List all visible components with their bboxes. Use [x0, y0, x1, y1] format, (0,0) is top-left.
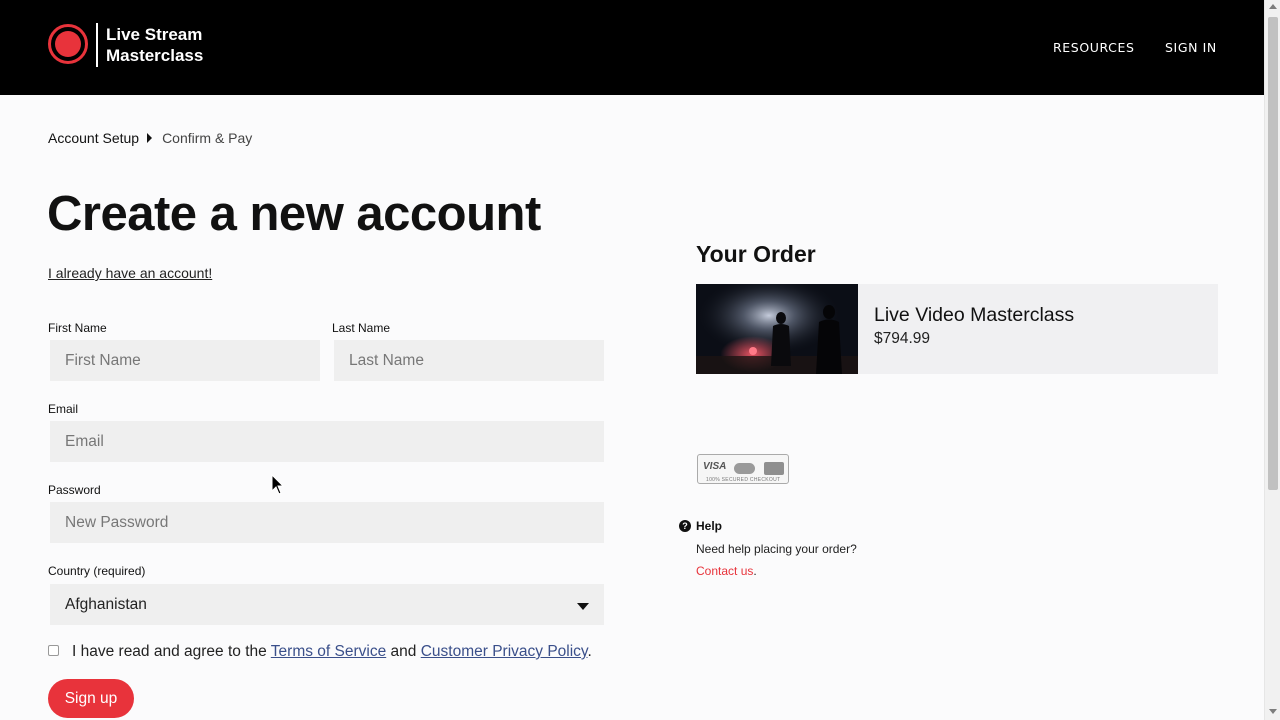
country-select[interactable]: Afghanistan — [50, 584, 604, 625]
chevron-down-icon — [577, 603, 589, 610]
page-scrollbar[interactable] — [1264, 0, 1280, 720]
breadcrumb-confirm-pay: Confirm & Pay — [162, 130, 253, 146]
amex-icon — [764, 462, 784, 475]
top-navbar: Live Stream Masterclass RESOURCES SIGN I… — [0, 0, 1264, 95]
course-thumbnail-graphic — [696, 284, 858, 374]
email-label: Email — [48, 402, 79, 416]
first-name-label: First Name — [48, 321, 107, 335]
order-item-price: $794.99 — [874, 330, 931, 347]
nav-sign-in-link[interactable]: SIGN IN — [1165, 40, 1217, 55]
logo-line-1: Live Stream — [106, 25, 203, 44]
country-select-value: Afghanistan — [65, 596, 147, 613]
breadcrumb: Account Setup Confirm & Pay — [48, 130, 252, 146]
contact-suffix: . — [753, 564, 757, 578]
contact-us-link[interactable]: Contact us — [696, 564, 753, 578]
agree-terms-checkbox[interactable] — [48, 645, 59, 656]
agree-prefix: I have read and agree to the — [72, 643, 267, 660]
agree-and: and — [390, 643, 417, 660]
password-label: Password — [48, 483, 101, 497]
order-item-name: Live Video Masterclass — [874, 304, 1075, 326]
record-logo-icon[interactable] — [48, 24, 88, 64]
last-name-input[interactable]: Last Name — [334, 340, 604, 381]
logo-divider — [96, 23, 98, 67]
logo-line-2: Masterclass — [106, 46, 204, 65]
help-contact-line: Contact us. — [696, 564, 757, 578]
country-label: Country (required) — [48, 564, 146, 578]
mastercard-icon — [734, 463, 755, 474]
last-name-label: Last Name — [332, 321, 391, 335]
order-item-card: Live Video Masterclass $794.99 — [696, 284, 1218, 374]
terms-of-service-link[interactable]: Terms of Service — [271, 643, 386, 660]
scroll-up-icon[interactable] — [1269, 4, 1277, 9]
existing-account-link[interactable]: I already have an account! — [48, 265, 212, 281]
agree-suffix: . — [587, 643, 592, 660]
password-input[interactable]: New Password — [50, 502, 604, 543]
scroll-down-icon[interactable] — [1269, 709, 1277, 714]
help-description: Need help placing your order? — [696, 542, 857, 556]
agree-terms-text: I have read and agree to the Terms of Se… — [72, 643, 592, 661]
help-title: Help — [696, 519, 723, 533]
breadcrumb-arrow-icon — [147, 133, 153, 143]
page-title: Create a new account — [47, 187, 541, 241]
help-icon: ? — [679, 520, 691, 532]
mouse-pointer-icon — [271, 474, 285, 495]
scrollbar-thumb[interactable] — [1268, 17, 1278, 490]
secure-checkout-text: 100% SECURED CHECKOUT — [706, 477, 781, 483]
logo-text[interactable]: Live Stream Masterclass — [106, 24, 203, 66]
course-thumbnail-image — [696, 284, 858, 374]
email-input[interactable]: Email — [50, 421, 604, 462]
secure-checkout-badge: VISA 100% SECURED CHECKOUT — [697, 454, 789, 484]
visa-logo: VISA — [703, 461, 727, 472]
breadcrumb-account-setup[interactable]: Account Setup — [48, 130, 139, 146]
privacy-policy-link[interactable]: Customer Privacy Policy — [421, 643, 588, 660]
sign-up-button[interactable]: Sign up — [48, 679, 134, 718]
nav-resources-link[interactable]: RESOURCES — [1053, 40, 1135, 55]
first-name-input[interactable]: First Name — [50, 340, 320, 381]
order-title: Your Order — [696, 241, 816, 267]
